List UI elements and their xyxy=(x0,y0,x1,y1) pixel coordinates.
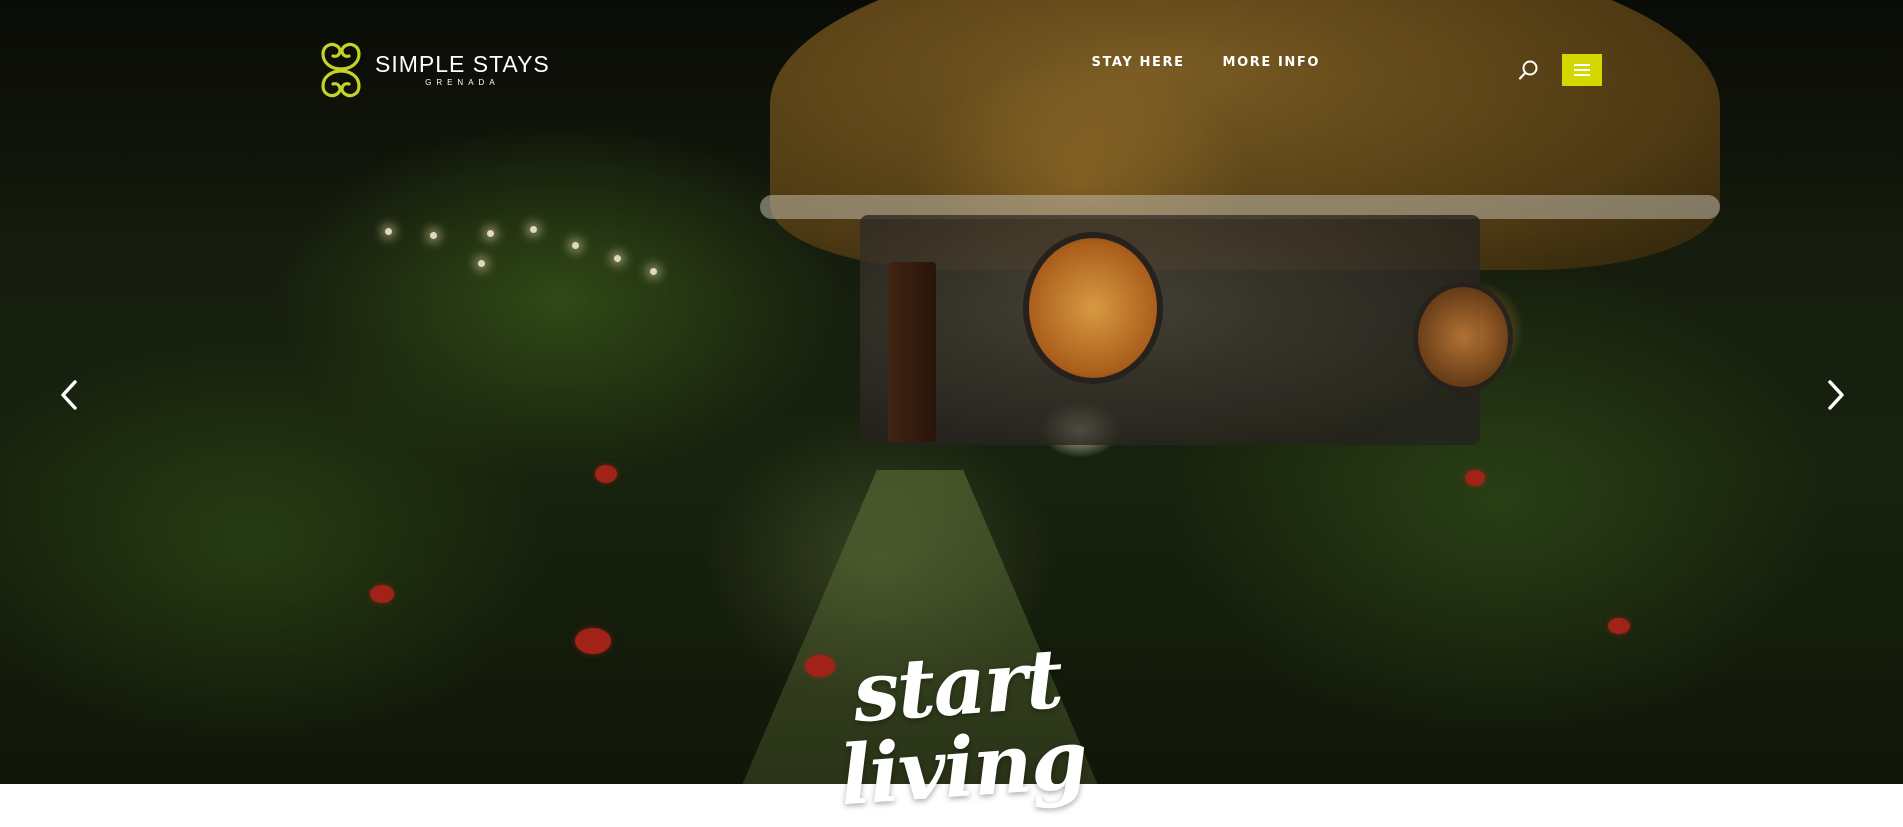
logo-subtitle: GRENADA xyxy=(425,78,500,87)
menu-button[interactable] xyxy=(1562,54,1602,86)
logo-text: SIMPLE STAYS GRENADA xyxy=(375,53,550,87)
search-icon[interactable] xyxy=(1518,59,1540,81)
chevron-right-icon xyxy=(1828,380,1844,410)
nav-link-more-info[interactable]: MORE INFO xyxy=(1223,55,1320,70)
chevron-left-icon xyxy=(61,380,77,410)
slider-prev-button[interactable] xyxy=(55,378,85,412)
site-logo[interactable]: SIMPLE STAYS GRENADA xyxy=(313,38,550,102)
hamburger-menu-icon xyxy=(1574,64,1590,76)
logo-title: SIMPLE STAYS xyxy=(375,51,550,77)
main-nav: STAY HERE MORE INFO xyxy=(1054,55,1320,70)
hero-tagline: start living xyxy=(836,630,1089,825)
slider-next-button[interactable] xyxy=(1820,378,1850,412)
nav-link-stay-here[interactable]: STAY HERE xyxy=(1092,55,1185,70)
swirl-logo-icon xyxy=(321,42,361,98)
